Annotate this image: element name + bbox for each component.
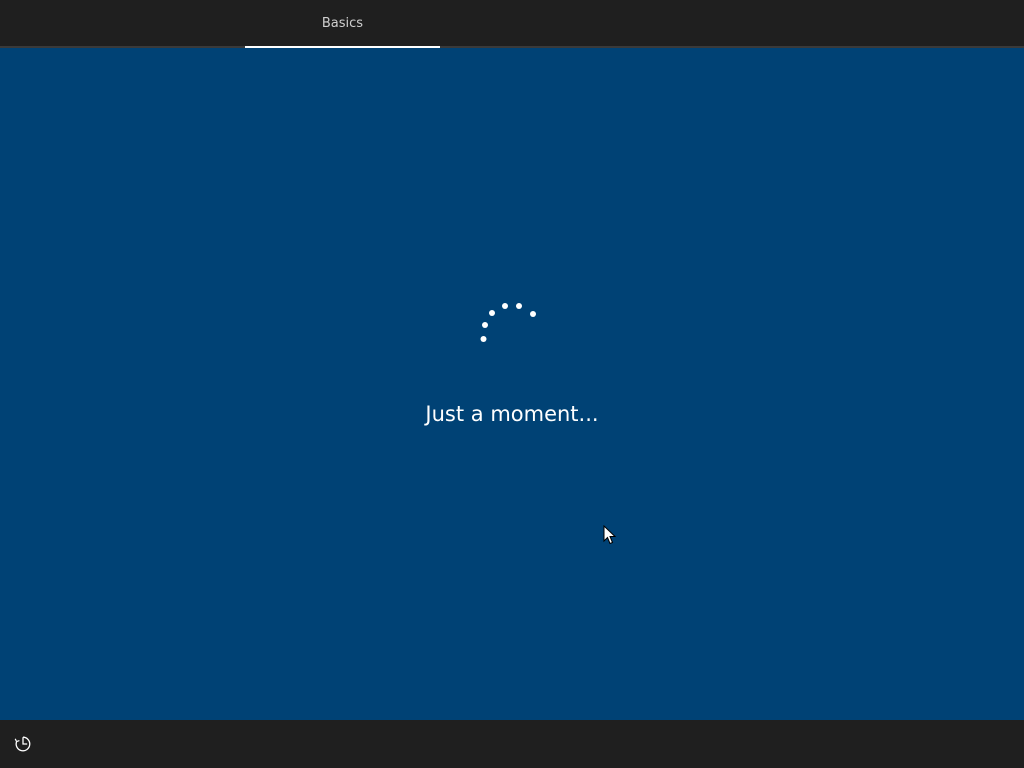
- tab-basics-label: Basics: [321, 15, 364, 31]
- oobe-screen: Basics Just a moment...: [0, 0, 1024, 768]
- status-message: Just a moment...: [425, 402, 599, 426]
- top-navigation-bar: Basics: [0, 0, 1024, 48]
- mouse-pointer-icon: [603, 525, 617, 545]
- ease-of-access-icon: [14, 736, 31, 752]
- bottom-bar: [0, 720, 1024, 768]
- tab-basics[interactable]: Basics: [245, 0, 440, 48]
- loading-spinner-icon: [480, 303, 536, 342]
- ease-of-access-button[interactable]: [10, 731, 36, 757]
- active-tab-indicator: [245, 46, 440, 48]
